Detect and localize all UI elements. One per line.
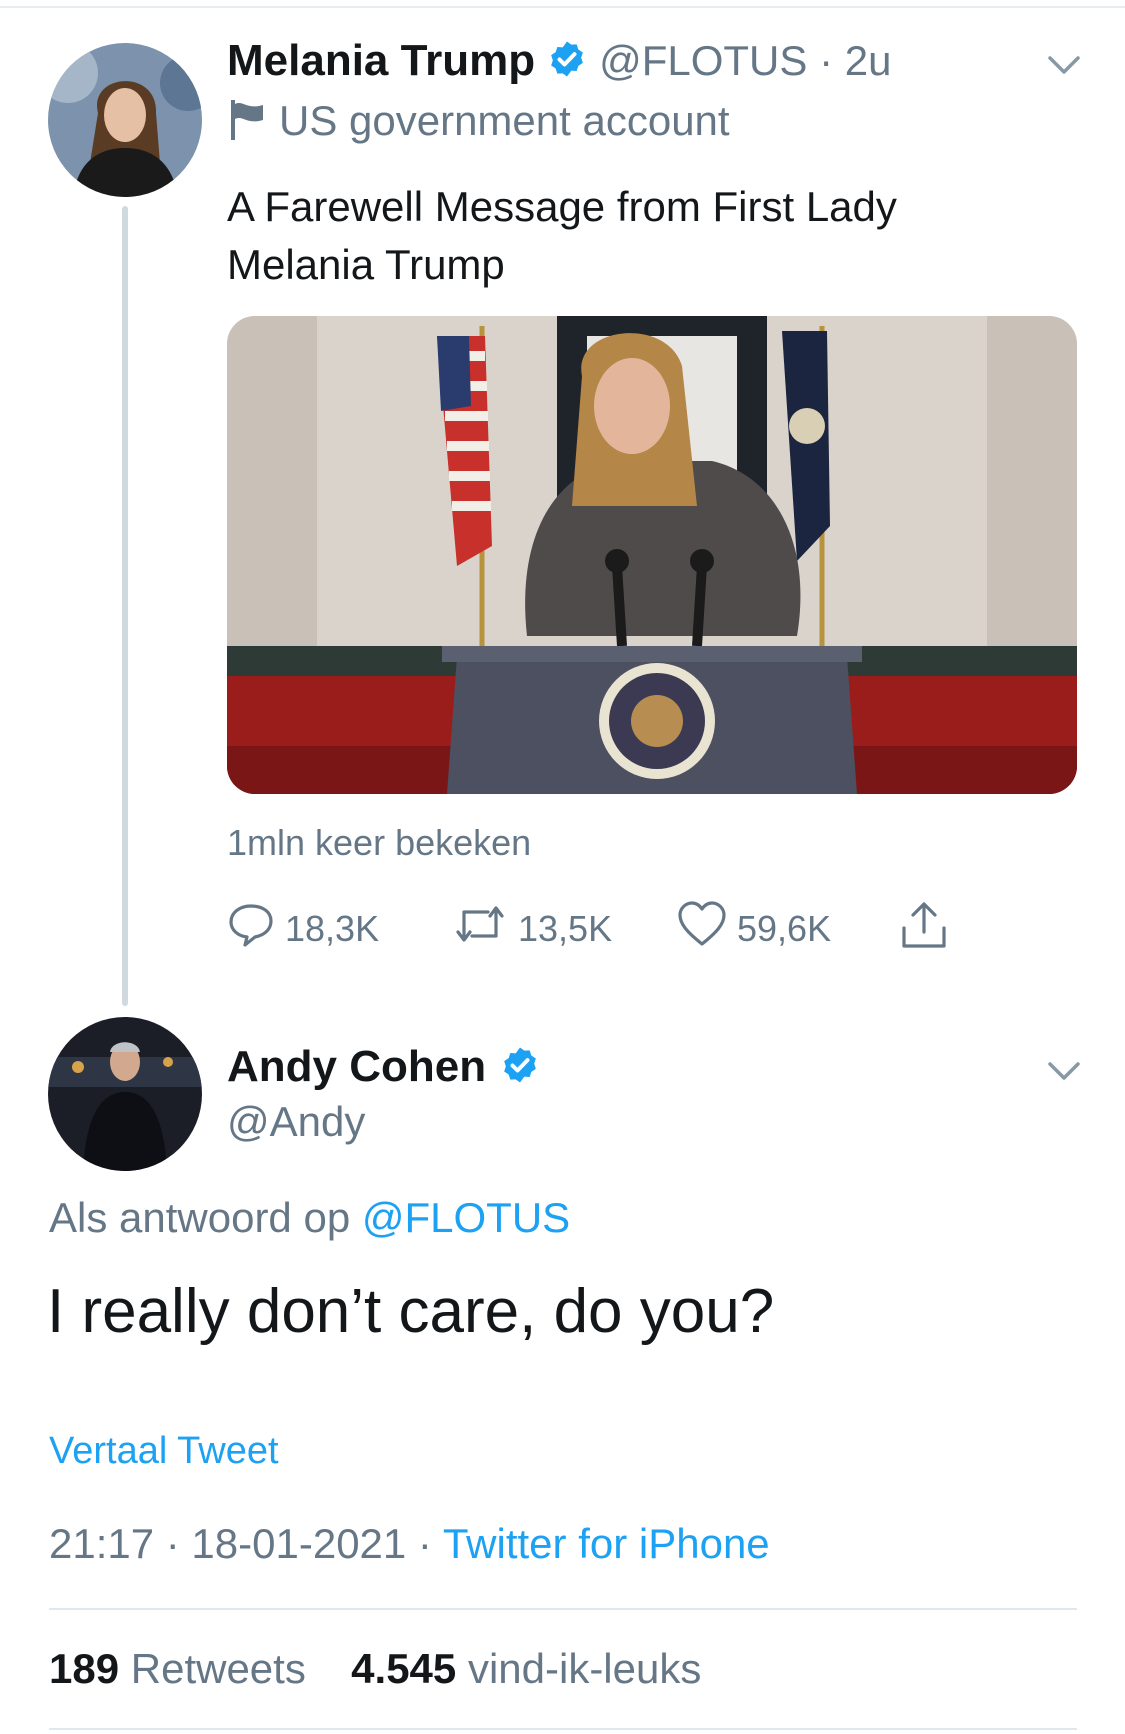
government-flag-icon	[229, 96, 265, 145]
chevron-down-icon[interactable]	[1044, 1050, 1084, 1095]
retweet-count: 189	[49, 1645, 120, 1692]
like-count: 4.545	[351, 1645, 457, 1692]
chevron-down-icon[interactable]	[1044, 44, 1084, 89]
likes-stat[interactable]: 4.545 vind-ik-leuks	[351, 1645, 701, 1692]
thread-connector-line	[122, 206, 128, 1006]
replying-to: Als antwoord op @FLOTUS	[49, 1194, 570, 1242]
reply-icon	[227, 900, 275, 957]
reply-tweet-header: Andy Cohen	[227, 1042, 540, 1092]
government-label-text: US government account	[279, 96, 730, 144]
replying-to-link[interactable]: @FLOTUS	[362, 1194, 570, 1241]
share-icon[interactable]	[900, 900, 948, 955]
tweet-text-line-1: A Farewell Message from First Lady	[227, 183, 897, 230]
tweet-text-line-2: Melania Trump	[227, 241, 505, 288]
retweets-stat[interactable]: 189 Retweets	[49, 1645, 306, 1692]
original-tweet-header: Melania Trump @FLOTUS · 2u	[227, 36, 891, 86]
handle-and-time[interactable]: @FLOTUS · 2u	[599, 37, 891, 85]
like-icon	[677, 900, 727, 957]
tweet-text: A Farewell Message from First Lady Melan…	[227, 178, 897, 294]
stats-divider-top	[49, 1608, 1077, 1610]
reply-handle[interactable]: @Andy	[227, 1098, 365, 1146]
avatar-melania[interactable]	[48, 43, 202, 197]
retweet-count: 13,5K	[518, 907, 613, 949]
translate-tweet-link[interactable]: Vertaal Tweet	[49, 1430, 279, 1473]
reply-text: I really don’t care, do you?	[47, 1277, 775, 1346]
government-label[interactable]: US government account	[229, 96, 730, 145]
like-count: 59,6K	[737, 907, 832, 949]
timestamp: 21:17 · 18-01-2021 ·	[49, 1520, 443, 1567]
reply-action[interactable]: 18,3K	[227, 900, 379, 957]
retweet-label: Retweets	[130, 1645, 306, 1692]
verified-badge-icon	[547, 39, 587, 84]
source-link[interactable]: Twitter for iPhone	[443, 1520, 770, 1567]
like-label: vind-ik-leuks	[467, 1645, 702, 1692]
replying-to-prefix: Als antwoord op	[49, 1194, 351, 1241]
reply-count: 18,3K	[285, 907, 380, 949]
tweet-meta: 21:17 · 18-01-2021 · Twitter for iPhone	[49, 1520, 770, 1568]
tweet-stats: 189 Retweets 4.545 vind-ik-leuks	[49, 1645, 701, 1693]
retweet-icon	[452, 900, 508, 957]
verified-badge-icon	[500, 1045, 540, 1090]
stats-divider-bottom	[49, 1728, 1077, 1730]
video-thumbnail[interactable]	[227, 316, 1077, 794]
reply-author-name[interactable]: Andy Cohen	[227, 1042, 486, 1092]
view-count: 1mln keer bekeken	[227, 822, 532, 863]
author-name[interactable]: Melania Trump	[227, 36, 535, 86]
avatar-andy[interactable]	[48, 1017, 202, 1171]
like-action[interactable]: 59,6K	[677, 900, 831, 957]
retweet-action[interactable]: 13,5K	[452, 900, 612, 957]
top-divider	[0, 6, 1125, 8]
